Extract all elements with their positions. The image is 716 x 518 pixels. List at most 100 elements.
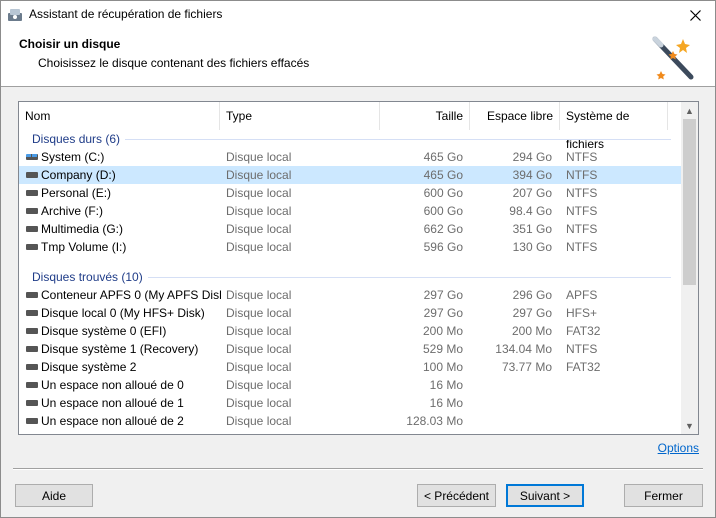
drive-icon — [26, 225, 38, 232]
group-header[interactable]: Disques durs (6) — [19, 130, 681, 148]
scroll-up-button[interactable]: ▲ — [681, 102, 698, 119]
disk-name-cell: Disque système 1 (Recovery) — [26, 340, 221, 358]
disk-type: Disque local — [226, 342, 292, 356]
close-button[interactable]: Fermer — [624, 484, 703, 507]
disk-row[interactable]: Un espace non alloué de 1 Disque local 16 … — [19, 394, 681, 412]
disk-file-system: NTFS — [566, 168, 598, 182]
disk-name-cell: System (C:) — [26, 148, 221, 166]
disk-free-space: 134.04 Mo — [495, 342, 552, 356]
disk-free-space: 294 Go — [512, 150, 552, 164]
disk-row[interactable]: Company (D:) Disque local 465 Go 394 Go NTFS — [19, 166, 681, 184]
disk-row[interactable]: Conteneur APFS 0 (My APFS Disk) Disque lo… — [19, 286, 681, 304]
disk-type: Disque local — [226, 414, 292, 428]
disk-list[interactable]: Nom Type Taille Espace libre Système de … — [18, 101, 699, 435]
disk-row[interactable]: Disque système 1 (Recovery) Disque local 5… — [19, 340, 681, 358]
group-divider-line — [125, 139, 671, 140]
help-button[interactable]: Aide — [15, 484, 93, 507]
disk-name-cell: Company (D:) — [26, 166, 221, 184]
drive-icon — [26, 189, 38, 196]
disk-name-cell: Un espace non alloué de 1 — [26, 394, 221, 412]
drive-icon — [26, 417, 38, 424]
windows-drive-icon — [26, 153, 38, 160]
disk-type: Disque local — [226, 288, 292, 302]
disk-row[interactable]: Disque système 0 (EFI) Disque local 200 Mo… — [19, 322, 681, 340]
disk-row[interactable]: Archive (F:) Disque local 600 Go 98.4 Go NTF… — [19, 202, 681, 220]
scroll-down-button[interactable]: ▼ — [681, 417, 698, 434]
disk-free-space: 98.4 Go — [509, 204, 552, 218]
disk-type: Disque local — [226, 150, 292, 164]
disk-file-system: NTFS — [566, 240, 598, 254]
disk-free-space — [470, 394, 552, 412]
disk-name: System (C:) — [41, 150, 105, 164]
disk-file-system: FAT32 — [566, 360, 601, 374]
disk-type: Disque local — [226, 240, 292, 254]
disk-type: Disque local — [226, 168, 292, 182]
disk-name: Tmp Volume (I:) — [41, 240, 127, 254]
drive-icon — [26, 243, 38, 250]
disk-size: 465 Go — [423, 168, 463, 182]
disk-name: Personal (E:) — [41, 186, 112, 200]
disk-free-space: 394 Go — [512, 168, 552, 182]
column-header-size[interactable]: Taille — [380, 102, 470, 130]
disk-size: 16 Mo — [429, 378, 463, 392]
disk-size: 128.03 Mo — [406, 414, 463, 428]
disk-row[interactable]: Un espace non alloué de 2 Disque local 128… — [19, 412, 681, 430]
file-recovery-wizard-window: Assistant de récupération de fichiers Ch… — [0, 0, 716, 518]
disk-name-cell: Multimedia (G:) — [26, 220, 221, 238]
column-header-free-space[interactable]: Espace libre — [470, 102, 560, 130]
disk-size: 529 Mo — [422, 342, 463, 356]
disk-row[interactable]: Tmp Volume (I:) Disque local 596 Go 130 Go N… — [19, 238, 681, 256]
disk-name-cell: Disque système 0 (EFI) — [26, 322, 221, 340]
drive-icon — [26, 207, 38, 214]
footer-divider — [13, 468, 703, 470]
options-link[interactable]: Options — [658, 441, 699, 455]
drive-icon — [26, 309, 38, 316]
disk-size: 465 Go — [423, 150, 463, 164]
disk-free-space — [470, 412, 552, 430]
disk-file-system — [566, 376, 666, 394]
disk-name: Disque système 0 (EFI) — [41, 324, 167, 338]
disk-size: 662 Go — [423, 222, 463, 236]
disk-file-system: NTFS — [566, 204, 598, 218]
scroll-thumb[interactable] — [683, 119, 696, 285]
title-bar: Assistant de récupération de fichiers — [1, 1, 715, 29]
disk-name-cell: Un espace non alloué de 0 — [26, 376, 221, 394]
disk-row[interactable]: Disque local 0 (My HFS+ Disk) Disque loca… — [19, 304, 681, 322]
disk-type: Disque local — [226, 186, 292, 200]
disk-type: Disque local — [226, 222, 292, 236]
group-header[interactable]: Disques trouvés (10) — [19, 268, 681, 286]
disk-row[interactable]: System (C:) Disque local 465 Go 294 Go NTFS — [19, 148, 681, 166]
previous-button[interactable]: < Précédent — [417, 484, 496, 507]
disk-free-space: 351 Go — [512, 222, 552, 236]
window-title: Assistant de récupération de fichiers — [29, 7, 223, 21]
disk-size: 600 Go — [423, 186, 463, 200]
drive-icon — [26, 399, 38, 406]
group-label: Disques trouvés (10) — [32, 270, 143, 284]
column-header-type[interactable]: Type — [220, 102, 380, 130]
disk-free-space: 297 Go — [512, 306, 552, 320]
column-header-name[interactable]: Nom — [19, 102, 220, 130]
disk-type: Disque local — [226, 204, 292, 218]
disk-file-system: NTFS — [566, 150, 598, 164]
disk-size: 297 Go — [423, 288, 463, 302]
disk-row[interactable]: Personal (E:) Disque local 600 Go 207 Go NTF… — [19, 184, 681, 202]
disk-free-space: 130 Go — [512, 240, 552, 254]
column-header-file-system[interactable]: Système de fichiers — [560, 102, 668, 151]
disk-name: Archive (F:) — [41, 204, 104, 218]
disk-row[interactable]: Un espace non alloué de 0 Disque local 16 … — [19, 376, 681, 394]
disk-row[interactable]: Multimedia (G:) Disque local 662 Go 351 Go N… — [19, 220, 681, 238]
disk-file-system: NTFS — [566, 222, 598, 236]
disk-row[interactable]: Disque système 2 Disque local 100 Mo 73.77 … — [19, 358, 681, 376]
magic-wand-icon — [652, 36, 694, 80]
vertical-scrollbar[interactable]: ▲ ▼ — [681, 102, 698, 434]
disk-name-cell: Tmp Volume (I:) — [26, 238, 221, 256]
disk-size: 200 Mo — [422, 324, 463, 338]
disk-free-space: 296 Go — [512, 288, 552, 302]
close-window-button[interactable] — [675, 1, 715, 29]
disk-free-space: 73.77 Mo — [501, 360, 552, 374]
disk-free-space: 207 Go — [512, 186, 552, 200]
next-button[interactable]: Suivant > — [506, 484, 584, 507]
disk-name: Conteneur APFS 0 (My APFS Disk) — [41, 288, 221, 302]
app-icon — [8, 9, 22, 21]
